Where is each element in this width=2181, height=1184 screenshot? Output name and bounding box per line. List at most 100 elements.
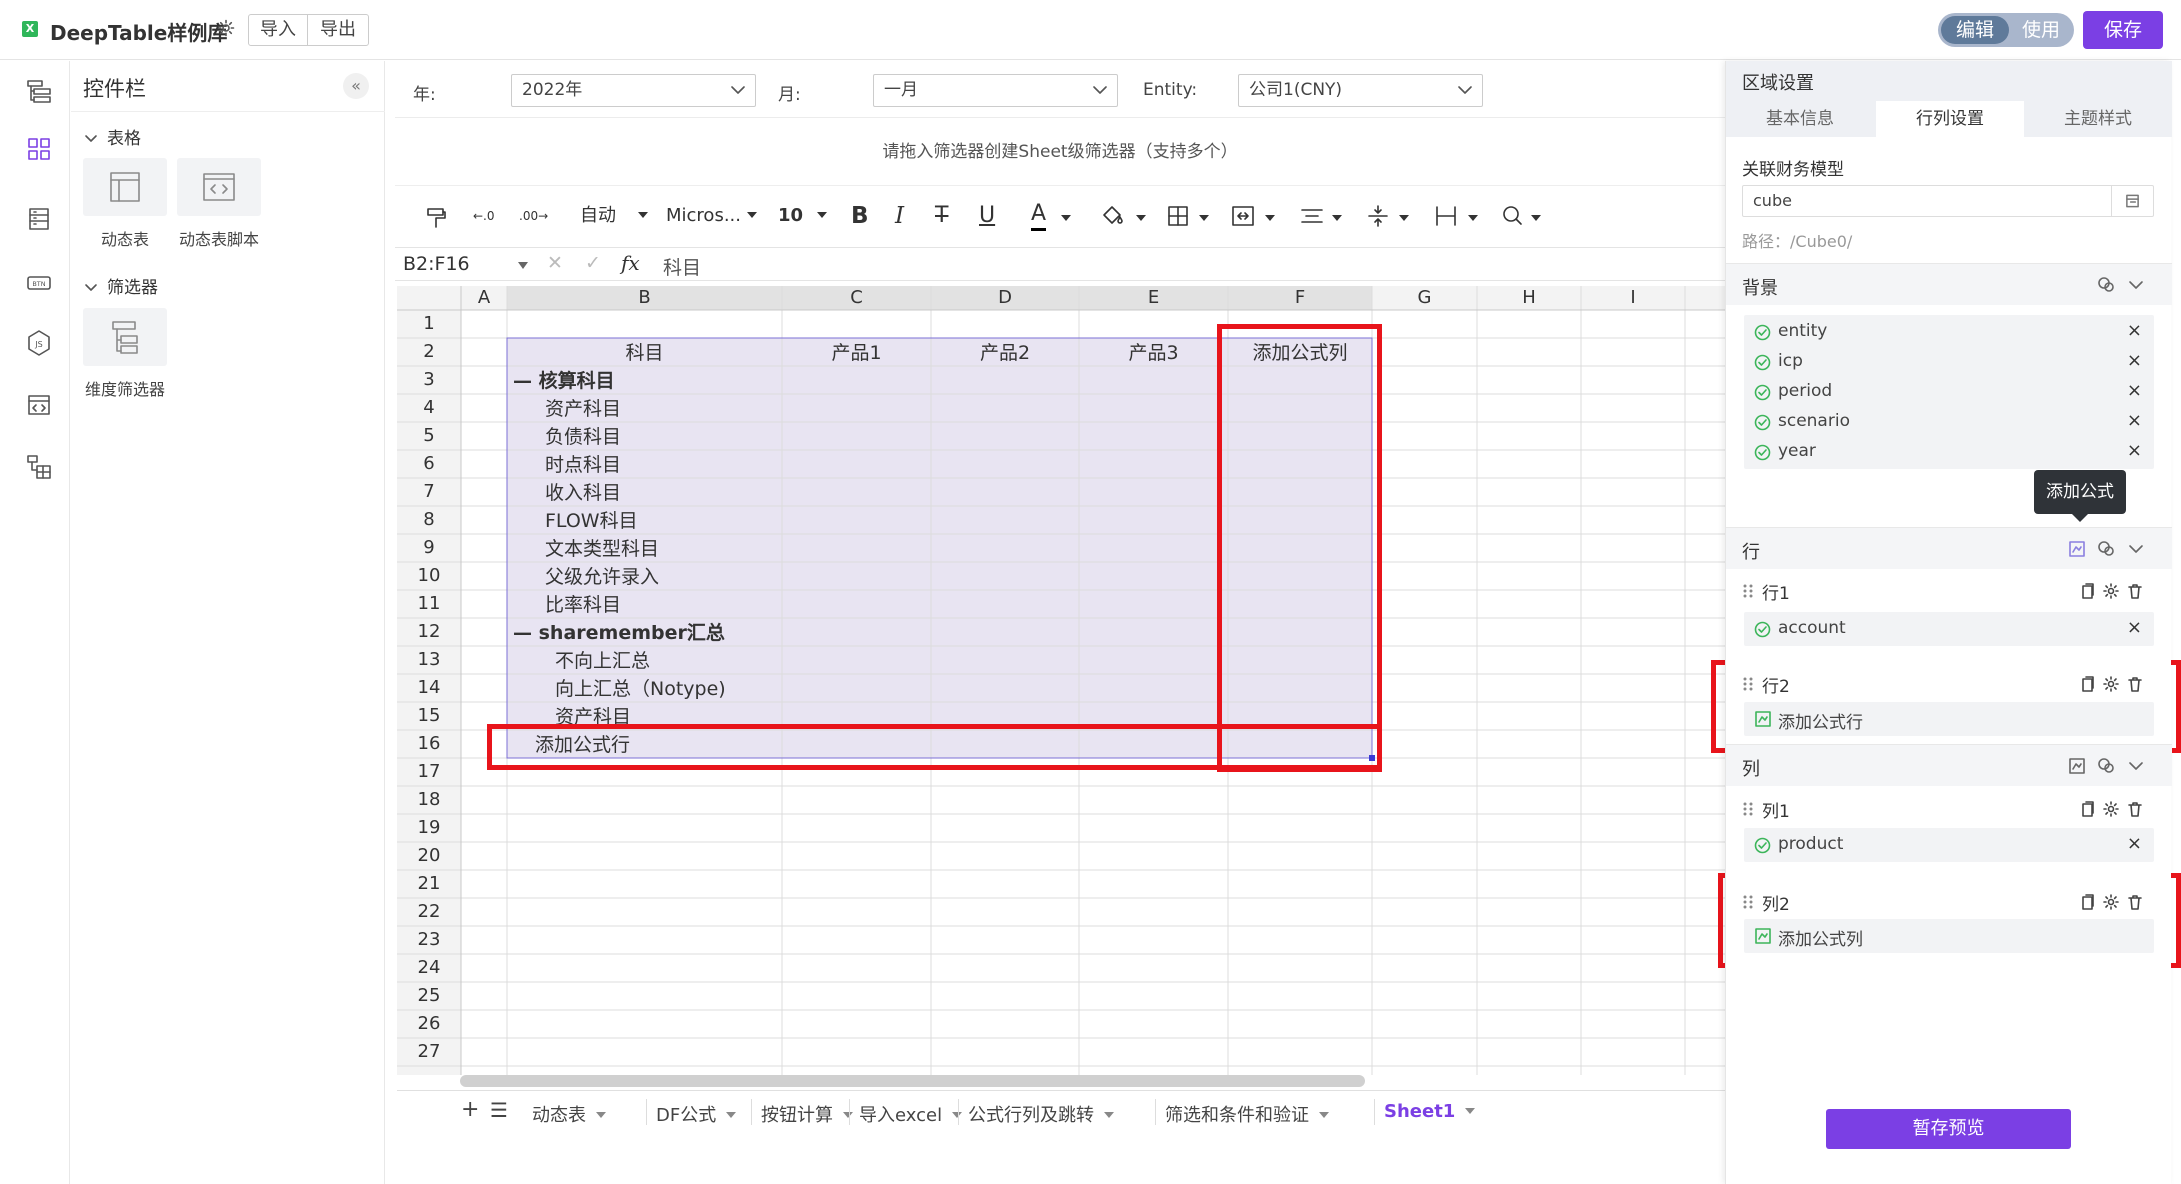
dropdown-arrow-icon[interactable] [726, 1111, 737, 1119]
copy-icon[interactable] [2078, 582, 2096, 600]
tab-row-col-settings[interactable]: 行列设置 [1876, 101, 2024, 137]
tree-icon[interactable] [25, 77, 53, 105]
view-dims-icon[interactable] [2097, 540, 2115, 558]
copy-icon[interactable] [2078, 675, 2096, 693]
import-button[interactable]: 导入 [248, 14, 308, 46]
group-row[interactable]: 列1 [1726, 792, 2172, 826]
filter-drop-zone[interactable]: 请拖入筛选器创建Sheet级筛选器（支持多个） [395, 127, 1725, 177]
tab-basic-info[interactable]: 基本信息 [1726, 101, 1874, 137]
remove-dimension-icon[interactable]: × [2127, 440, 2142, 461]
drag-handle-icon[interactable] [1742, 583, 1754, 599]
copy-icon[interactable] [2078, 893, 2096, 911]
sheet-tab[interactable]: 动态表 [532, 1101, 606, 1127]
add-formula-icon[interactable] [2068, 757, 2086, 775]
dimension-tag[interactable]: year × [1744, 435, 2154, 469]
trash-icon[interactable] [2126, 800, 2144, 818]
mode-edit-option[interactable]: 编辑 [1941, 16, 2009, 44]
dynamic-table-script-widget[interactable] [177, 158, 261, 216]
dropdown-arrow-icon[interactable] [1104, 1111, 1114, 1119]
sheet-list-button[interactable]: ☰ [490, 1098, 508, 1122]
entity-select[interactable]: 公司1(CNY) [1238, 74, 1483, 107]
mode-toggle[interactable]: 编辑 使用 [1938, 13, 2074, 47]
widget-group-table[interactable]: 表格 [83, 124, 141, 149]
dimension-tag[interactable]: product × [1744, 828, 2154, 862]
drag-handle-icon[interactable] [1742, 894, 1754, 910]
view-dims-icon[interactable] [2097, 276, 2115, 294]
dropdown-arrow-icon[interactable] [1465, 1107, 1476, 1115]
group-row[interactable]: 行2 [1726, 667, 2172, 701]
dimension-tag[interactable]: 添加公式列 [1744, 919, 2154, 953]
format-painter-icon[interactable] [425, 201, 447, 231]
confirm-edit-icon[interactable]: ✓ [585, 252, 601, 274]
copy-icon[interactable] [2078, 800, 2096, 818]
collapse-panel-button[interactable]: « [343, 73, 369, 99]
chevron-down-icon[interactable] [2127, 757, 2145, 775]
trash-icon[interactable] [2126, 675, 2144, 693]
number-format-select[interactable]: 自动 [580, 201, 648, 231]
tab-theme-style[interactable]: 主题样式 [2024, 101, 2172, 137]
horizontal-scrollbar[interactable] [460, 1075, 1365, 1087]
column-width-icon[interactable] [1434, 201, 1480, 231]
code-window-icon[interactable] [25, 391, 53, 419]
font-color-button[interactable]: A [1031, 201, 1047, 231]
widget-group-filter[interactable]: 筛选器 [83, 273, 158, 298]
font-family-select[interactable]: Micros... [666, 201, 757, 231]
group-row[interactable]: 列2 [1726, 885, 2172, 919]
dropdown-arrow-icon[interactable] [1319, 1111, 1329, 1119]
gear-icon[interactable] [2102, 675, 2120, 693]
sheet-tab[interactable]: 筛选和条件和验证 [1165, 1101, 1329, 1127]
dimension-filter-widget[interactable] [83, 308, 167, 366]
gear-icon[interactable] [216, 18, 236, 38]
align-center-icon[interactable] [1300, 201, 1346, 231]
dimension-tag[interactable]: entity × [1744, 315, 2154, 349]
dynamic-table-widget[interactable] [83, 158, 167, 216]
gear-icon[interactable] [2102, 893, 2120, 911]
sheet-tab[interactable]: 导入excel [859, 1101, 963, 1127]
remove-dimension-icon[interactable]: × [2127, 410, 2142, 431]
dimension-tag[interactable]: scenario × [1744, 405, 2154, 439]
save-button[interactable]: 保存 [2083, 11, 2163, 49]
bold-button[interactable]: B [851, 201, 869, 231]
cancel-edit-icon[interactable]: ✕ [547, 252, 563, 274]
sheet-tab[interactable]: Sheet1 [1384, 1101, 1476, 1122]
remove-dimension-icon[interactable]: × [2127, 833, 2142, 854]
border-icon[interactable] [1167, 201, 1213, 231]
view-dims-icon[interactable] [2097, 757, 2115, 775]
list-icon[interactable] [25, 205, 53, 233]
sheet-tab[interactable]: 公式行列及跳转 [968, 1101, 1114, 1127]
strikethrough-button[interactable]: T [935, 201, 948, 231]
remove-dimension-icon[interactable]: × [2127, 350, 2142, 371]
mode-use-option[interactable]: 使用 [2010, 16, 2072, 44]
search-icon[interactable] [1501, 201, 1547, 231]
remove-dimension-icon[interactable]: × [2127, 320, 2142, 341]
export-button[interactable]: 导出 [307, 14, 369, 46]
cell-reference-box[interactable]: B2:F16 [403, 253, 470, 275]
gear-icon[interactable] [2102, 800, 2120, 818]
underline-button[interactable]: U [979, 201, 995, 231]
model-input[interactable]: cube [1742, 185, 2154, 217]
dimension-tag[interactable]: 添加公式行 [1744, 702, 2154, 736]
chevron-down-icon[interactable] [2127, 540, 2145, 558]
dropdown-arrow-icon[interactable] [518, 262, 528, 269]
drag-handle-icon[interactable] [1742, 676, 1754, 692]
save-preview-button[interactable]: 暂存预览 [1826, 1109, 2071, 1149]
merge-cells-icon[interactable] [1231, 201, 1277, 231]
dropdown-arrow-icon[interactable] [596, 1111, 606, 1119]
grid-widgets-icon[interactable] [25, 135, 53, 163]
hierarchy-table-icon[interactable] [25, 453, 53, 481]
sheet-tab[interactable]: 按钮计算 [761, 1101, 853, 1127]
dimension-tag[interactable]: icp × [1744, 345, 2154, 379]
sheet-tab[interactable]: DF公式 [656, 1101, 737, 1127]
dropdown-arrow-icon[interactable] [1061, 201, 1071, 231]
chevron-down-icon[interactable] [2127, 276, 2145, 294]
vertical-align-icon[interactable] [1367, 201, 1413, 231]
add-sheet-button[interactable]: + [461, 1097, 479, 1122]
dimension-tag[interactable]: period × [1744, 375, 2154, 409]
italic-button[interactable]: I [895, 201, 904, 231]
spreadsheet-grid[interactable]: A B C D E F G H I 1 2 3 4 5 6 7 8 9 10 11 12 13 14 15 16 17 18 19 20… [397, 286, 1725, 1075]
formula-input[interactable]: 科目 [663, 253, 701, 280]
select-model-icon[interactable] [2111, 186, 2153, 216]
increase-decimal-icon[interactable]: ←.0 [473, 201, 495, 231]
gear-icon[interactable] [2102, 582, 2120, 600]
year-select[interactable]: 2022年 [511, 74, 756, 107]
